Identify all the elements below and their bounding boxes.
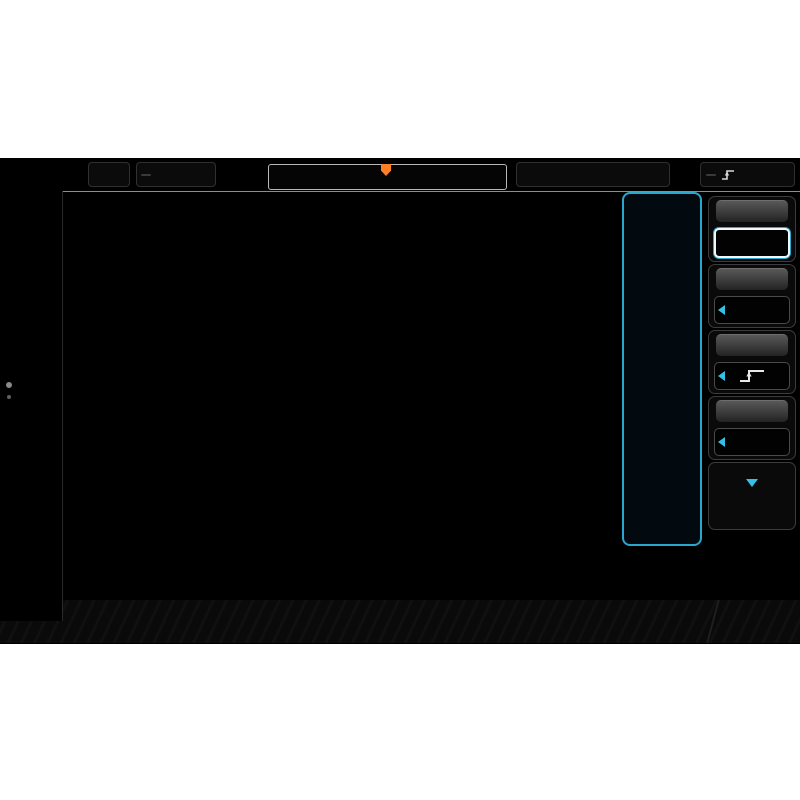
channel-bar [0,600,800,643]
chevron-left-icon [718,371,725,381]
source-value-button[interactable] [714,296,790,324]
type-block [708,196,796,262]
measure-sidebar [0,191,63,621]
sweep-value-button[interactable] [714,428,790,456]
bezel-dot [6,382,12,388]
type-value-button[interactable] [714,228,790,258]
rising-edge-icon [735,367,769,385]
bezel-dot [7,395,11,399]
type-label [716,200,788,222]
slope-block [708,330,796,394]
oscilloscope-screen [0,158,800,644]
return-icon[interactable] [624,194,700,212]
chevron-down-icon [746,479,758,487]
setting-block[interactable] [708,462,796,530]
sidebar-title [0,191,62,197]
chevron-left-icon [718,437,725,447]
slope-label [716,334,788,356]
chevron-left-icon [718,305,725,315]
source-block [708,264,796,328]
trigger-type-menu [622,192,702,546]
source-label [716,268,788,290]
soft-menu [708,158,796,644]
page [0,0,800,800]
slope-value-button[interactable] [714,362,790,390]
sweep-label [716,400,788,422]
sweep-block [708,396,796,460]
